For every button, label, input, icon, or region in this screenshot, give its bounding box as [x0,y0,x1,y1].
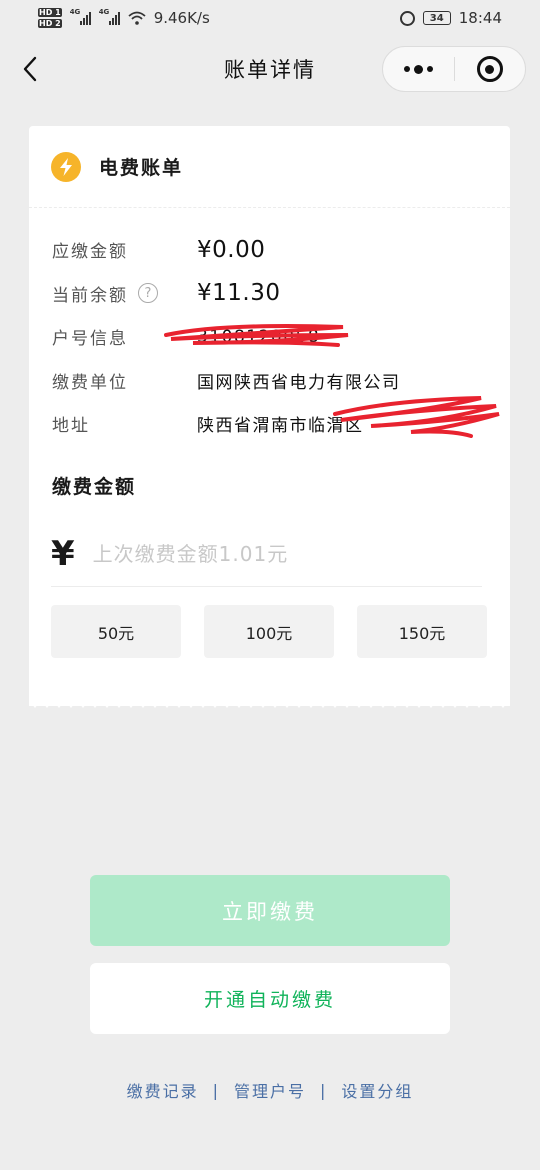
status-left: HD 1 HD 2 4G 4G 9.46K/s [38,7,210,29]
amount-input-row: ¥ [51,521,482,587]
bill-title: 电费账单 [99,157,184,179]
currency-sign: ¥ [51,533,75,574]
status-right: 34 18:44 [399,9,502,27]
amount-input[interactable] [92,541,393,566]
manage-accounts-link[interactable]: 管理户号 [234,1078,306,1102]
info-row-address: 地址 陕西省渭南市临渭区 [29,396,510,446]
preset-50-button[interactable]: 50元 [51,605,181,658]
signal-icon: 4G [69,8,91,25]
hd2-label: HD 2 [38,19,62,28]
clock: 18:44 [458,9,502,27]
battery-icon: 34 [422,11,451,25]
signal-icon-2: 4G [98,8,120,25]
battery-level: 34 [429,12,444,24]
link-separator: | [212,1080,220,1100]
bill-card: 电费账单 应缴金额 ¥0.00 当前余额 ? ¥11.30 户号信息 31081… [29,126,510,706]
miniprogram-capsule [382,46,526,92]
preset-150-button[interactable]: 150元 [357,605,487,658]
wifi-icon [128,11,146,25]
more-dot-icon [403,66,410,72]
hd1-label: HD 1 [38,8,62,17]
info-row-balance: 当前余额 ? ¥11.30 [29,272,510,316]
footer-links: 缴费记录 | 管理户号 | 设置分组 [0,1078,540,1102]
pay-amount-title: 缴费金额 [52,476,137,498]
balance-value: ¥11.30 [197,280,281,307]
alarm-icon [399,10,415,26]
help-icon[interactable]: ? [138,283,158,304]
hd-badge: HD 1 HD 2 [38,7,62,29]
info-label: 地址 [52,416,90,437]
preset-amounts: 50元 100元 150元 [51,605,487,658]
info-label: 缴费单位 [52,372,128,393]
account-number-value: 3108120058 [197,326,321,347]
info-row-account: 户号信息 3108120058 [29,315,510,359]
company-value: 国网陕西省电力有限公司 [197,372,401,393]
close-miniprogram-button[interactable] [455,56,526,82]
card-zigzag-edge [29,700,510,708]
preset-100-button[interactable]: 100元 [204,605,334,658]
balance-label: 当前余额 [52,285,128,306]
link-separator: | [320,1080,328,1100]
info-row-amount-due: 应缴金额 ¥0.00 [29,228,510,272]
info-row-company: 缴费单位 国网陕西省电力有限公司 [29,359,510,403]
amount-due-value: ¥0.00 [197,236,266,263]
target-close-icon [476,56,503,82]
auto-pay-button[interactable]: 开通自动缴费 [90,963,450,1034]
info-label: 当前余额 ? [52,281,197,306]
pay-now-button[interactable]: 立即缴费 [90,875,450,946]
net-speed: 9.46K/s [153,9,210,27]
info-label: 户号信息 [52,329,128,350]
nav-bar: 账单详情 [0,36,540,102]
group-settings-link[interactable]: 设置分组 [341,1078,413,1102]
more-dot-icon [413,64,423,74]
signal2-gen: 4G [98,8,110,16]
bill-card-header: 电费账单 [29,126,510,208]
more-menu-button[interactable] [383,64,454,74]
address-value: 陕西省渭南市临渭区 [197,416,364,437]
lightning-icon [51,151,81,182]
bill-info-list: 应缴金额 ¥0.00 当前余额 ? ¥11.30 户号信息 3108120058… [29,208,510,446]
signal1-gen: 4G [69,8,81,16]
status-bar: HD 1 HD 2 4G 4G 9.46K/s 34 18:44 [0,0,540,36]
payment-records-link[interactable]: 缴费记录 [127,1078,199,1102]
info-label: 应缴金额 [52,242,128,263]
more-dot-icon [426,66,433,72]
